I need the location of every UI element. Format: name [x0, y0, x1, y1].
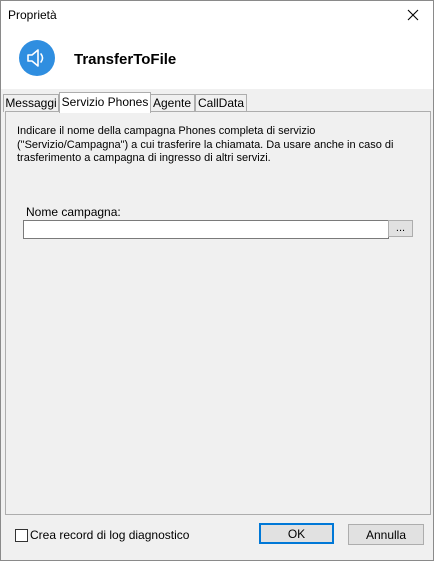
tab-agente[interactable]: Agente — [149, 94, 195, 112]
diagnostic-log-checkbox[interactable] — [15, 529, 28, 542]
ok-button[interactable]: OK — [259, 523, 334, 544]
tab-calldata[interactable]: CallData — [195, 94, 247, 112]
tab-servizio-phones[interactable]: Servizio Phones — [59, 92, 151, 113]
title-bar: Proprietà — [1, 1, 433, 31]
properties-dialog: Proprietà TransferToFile Messaggi Serviz… — [0, 0, 434, 561]
close-button[interactable] — [393, 1, 433, 29]
tab-panel: Indicare il nome della campagna Phones c… — [5, 111, 431, 515]
campaign-name-input[interactable] — [23, 220, 389, 239]
cancel-button[interactable]: Annulla — [348, 524, 424, 545]
tab-messaggi[interactable]: Messaggi — [3, 94, 59, 112]
speaker-icon — [19, 40, 55, 76]
panel-description: Indicare il nome della campagna Phones c… — [17, 125, 394, 164]
window-title: Proprietà — [8, 8, 57, 22]
close-icon — [407, 9, 419, 21]
campaign-name-label: Nome campagna: — [26, 205, 121, 219]
header-title: TransferToFile — [74, 51, 177, 68]
dialog-header: TransferToFile — [1, 31, 433, 89]
browse-button[interactable]: ... — [388, 220, 413, 237]
diagnostic-log-label: Crea record di log diagnostico — [30, 528, 190, 542]
